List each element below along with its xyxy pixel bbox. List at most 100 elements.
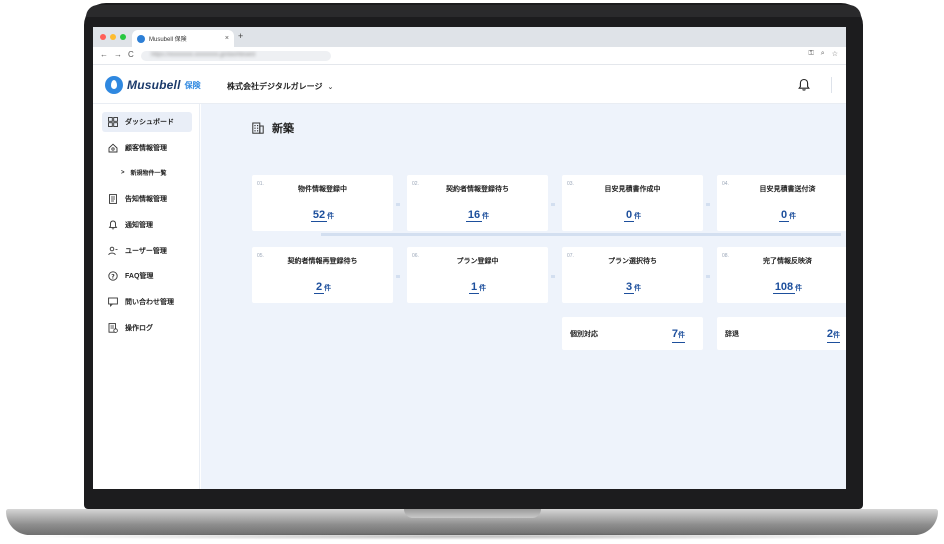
card-unit: 件 — [324, 285, 332, 292]
sidebar-item-users[interactable]: ユーザー管理 — [102, 241, 192, 261]
status-card[interactable]: 03. 目安見積書作成中 0件 — [562, 175, 703, 231]
key-icon[interactable]: ⚿ — [808, 50, 813, 58]
svg-text:?: ? — [111, 273, 115, 280]
card-label: 目安見積書送付済 — [759, 186, 816, 193]
card-label: プラン登録中 — [456, 258, 499, 265]
status-card[interactable]: 07. プラン選択待ち 3件 — [562, 247, 703, 303]
reload-button[interactable]: C — [128, 50, 134, 59]
sidebar-item-label: ユーザー管理 — [125, 248, 167, 255]
browser-tab[interactable]: Musubell 保険 × — [132, 30, 234, 47]
url-field[interactable]: https://xxxxxxxx.xxxxxxxx.jp/dashboard — [141, 51, 331, 61]
zoom-icon[interactable]: ⌕ — [821, 50, 825, 58]
card-value: 1件 — [407, 277, 548, 295]
url-text: https://xxxxxxxx.xxxxxxxx.jp/dashboard — [151, 52, 256, 58]
browser-address-bar: ← → C https://xxxxxxxx.xxxxxxxx.jp/dashb… — [93, 47, 846, 65]
card-count: 3 — [623, 281, 635, 294]
sidebar-item-label: 問い合わせ管理 — [125, 299, 174, 306]
card-count: 1 — [468, 281, 480, 294]
minimize-window-button[interactable] — [110, 34, 116, 40]
company-name: 株式会社デジタルガレージ — [227, 82, 323, 91]
forward-button[interactable]: → — [114, 50, 122, 59]
musubell-logo[interactable]: Musubell 保険 — [105, 76, 201, 94]
card-count: 0 — [623, 209, 635, 222]
status-card[interactable]: 01. 物件情報登録中 52 件 — [252, 175, 393, 231]
back-button[interactable]: ← — [100, 50, 108, 59]
sidebar-item-label: FAQ管理 — [125, 273, 154, 280]
card-label: プラン選択待ち — [608, 258, 657, 265]
status-card[interactable]: 04. 目安見積書送付済 0件 — [717, 175, 846, 231]
card-unit: 件 — [327, 213, 335, 220]
bell-icon — [108, 220, 118, 230]
status-card[interactable]: 06. プラン登録中 1件 — [407, 247, 548, 303]
laptop-screen: Musubell 保険 × + ← → C https://xxxxxxxx.x… — [93, 27, 846, 489]
status-card[interactable]: 08. 完了情報反映済 108 件 — [717, 247, 846, 303]
header-divider — [831, 77, 832, 93]
main-content: 新築 01. 物件情報登録中 52 件 02. 契約者情報登録待ち 16 件 03.… — [201, 104, 846, 489]
status-card[interactable]: 02. 契約者情報登録待ち 16 件 — [407, 175, 548, 231]
star-icon[interactable]: ☆ — [832, 50, 838, 58]
chevron-right-icon: > — [121, 169, 125, 176]
card-unit: 件 — [789, 213, 797, 220]
status-card[interactable]: 05. 契約者情報再登録待ち 2件 — [252, 247, 393, 303]
favicon-icon — [137, 34, 145, 43]
chevron-down-icon: ⌄ — [327, 83, 334, 91]
flow-connector — [551, 203, 555, 206]
home-icon — [108, 143, 118, 153]
exception-card-unit: 件 — [833, 332, 840, 339]
exception-card[interactable]: 辞退 2件 — [717, 317, 846, 350]
sidebar-item-disclosures[interactable]: 告知情報管理 — [102, 189, 192, 209]
laptop-notch — [404, 509, 541, 518]
document-icon — [109, 194, 117, 204]
tab-close-icon[interactable]: × — [225, 35, 229, 42]
exception-card[interactable]: 個別対応 7件 — [562, 317, 703, 350]
card-value: 0件 — [717, 205, 846, 223]
maximize-window-button[interactable] — [120, 34, 126, 40]
card-value: 0件 — [562, 205, 703, 223]
card-label: 目安見積書作成中 — [604, 186, 661, 193]
exception-card-value: 2件 — [826, 324, 840, 343]
sidebar-item-label: 通知管理 — [125, 222, 153, 229]
sidebar-item-operation-log[interactable]: 操作ログ — [102, 318, 192, 338]
window-controls — [100, 34, 126, 40]
card-unit: 件 — [634, 285, 642, 292]
notification-bell-icon[interactable] — [797, 78, 811, 92]
sidebar-item-notifications[interactable]: 通知管理 — [102, 215, 192, 235]
card-value: 108 件 — [717, 277, 846, 295]
sidebar-item-dashboard[interactable]: ダッシュボード — [102, 112, 192, 132]
sidebar-item-inquiries[interactable]: 問い合わせ管理 — [102, 292, 192, 312]
logo-subtitle: 保険 — [184, 80, 201, 90]
flow-connector — [396, 275, 400, 278]
user-icon — [108, 246, 118, 256]
flow-connector — [321, 233, 841, 236]
sidebar-item-customers[interactable]: 顧客情報管理 — [102, 138, 192, 158]
card-count: 2 — [313, 281, 325, 294]
sidebar-item-faq[interactable]: ? FAQ管理 — [102, 266, 192, 286]
new-tab-button[interactable]: + — [238, 31, 243, 41]
card-label: 完了情報反映済 — [763, 258, 812, 265]
sidebar-item-label: 顧客情報管理 — [125, 145, 167, 152]
flow-connector — [396, 203, 400, 206]
exception-card-value: 7件 — [671, 324, 685, 343]
musubell-logo-icon — [105, 76, 123, 94]
card-count: 108 — [772, 281, 796, 294]
card-value: 52 件 — [252, 205, 393, 223]
card-count: 52 — [310, 209, 328, 222]
section-title: 新築 — [252, 120, 294, 136]
flow-connector — [706, 203, 710, 206]
sidebar-subitem-new-properties[interactable]: > 新規物件一覧 — [121, 168, 167, 178]
card-unit: 件 — [634, 213, 642, 220]
exception-card-label: 個別対応 — [570, 331, 598, 338]
company-selector[interactable]: 株式会社デジタルガレージ ⌄ — [227, 81, 333, 92]
dashboard-icon — [108, 117, 118, 127]
log-icon — [108, 323, 118, 333]
laptop-shadow — [10, 533, 934, 540]
close-window-button[interactable] — [100, 34, 106, 40]
exception-card-unit: 件 — [678, 332, 685, 339]
building-icon — [252, 122, 264, 134]
flow-connector — [551, 275, 555, 278]
chat-icon — [108, 297, 118, 307]
flow-connector — [706, 275, 710, 278]
sidebar-subitem-label: 新規物件一覧 — [130, 171, 167, 177]
sidebar-item-label: 操作ログ — [125, 325, 153, 332]
card-unit: 件 — [479, 285, 487, 292]
